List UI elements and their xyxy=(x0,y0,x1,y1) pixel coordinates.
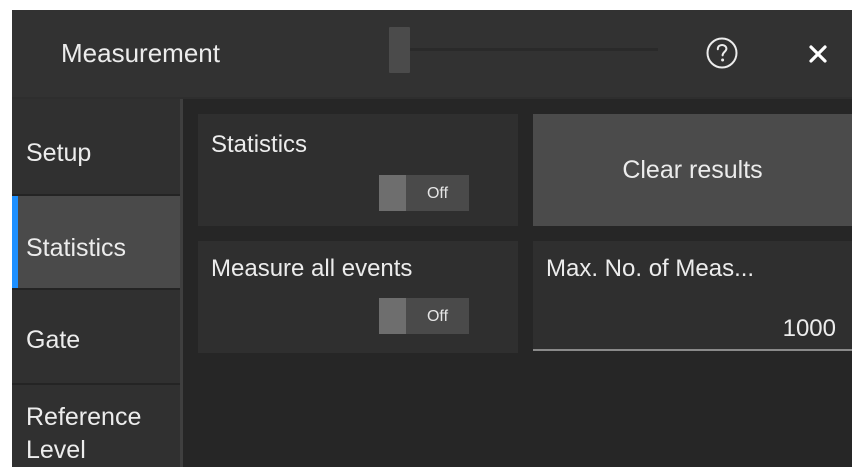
statistics-label: Statistics xyxy=(211,131,308,158)
measurement-dialog: Measurement Setup Statistics Gate Refere… xyxy=(12,10,852,467)
measure-all-events-toggle[interactable]: Off xyxy=(379,298,469,334)
sidebar-item-label: Setup xyxy=(26,139,92,167)
help-icon[interactable] xyxy=(705,36,739,70)
toggle-knob xyxy=(379,298,406,334)
toggle-state-label: Off xyxy=(426,308,449,325)
field-underline xyxy=(533,349,852,351)
measure-all-events-panel: Measure all events Off xyxy=(198,241,518,353)
sidebar-item-label: Statistics xyxy=(26,234,127,262)
max-measurements-value[interactable]: 1000 xyxy=(783,315,836,343)
transparency-slider-track[interactable] xyxy=(410,48,658,51)
measure-all-events-label: Measure all events xyxy=(211,255,413,282)
close-icon[interactable] xyxy=(807,43,829,65)
sidebar-divider xyxy=(180,99,183,467)
clear-results-button[interactable]: Clear results xyxy=(533,114,852,226)
sidebar-item-setup[interactable]: Setup xyxy=(12,99,180,194)
max-measurements-label: Max. No. of Meas... xyxy=(546,255,755,282)
sidebar-item-gate[interactable]: Gate xyxy=(12,290,180,383)
statistics-toggle[interactable]: Off xyxy=(379,175,469,211)
dialog-title: Measurement xyxy=(61,38,220,68)
statistics-panel: Statistics Off xyxy=(198,114,518,226)
sidebar-item-label: Reference Level xyxy=(26,403,142,464)
sidebar-item-statistics[interactable]: Statistics xyxy=(12,196,180,288)
sidebar-item-reference-level[interactable]: Reference Level xyxy=(12,385,180,467)
toggle-knob xyxy=(379,175,406,211)
transparency-slider-handle[interactable] xyxy=(389,27,410,73)
toggle-state-label: Off xyxy=(426,185,449,202)
dialog-header: Measurement xyxy=(12,10,852,97)
active-tab-indicator xyxy=(12,196,18,288)
sidebar-item-label: Gate xyxy=(26,326,81,354)
max-measurements-field[interactable]: Max. No. of Meas... 1000 xyxy=(533,241,852,351)
